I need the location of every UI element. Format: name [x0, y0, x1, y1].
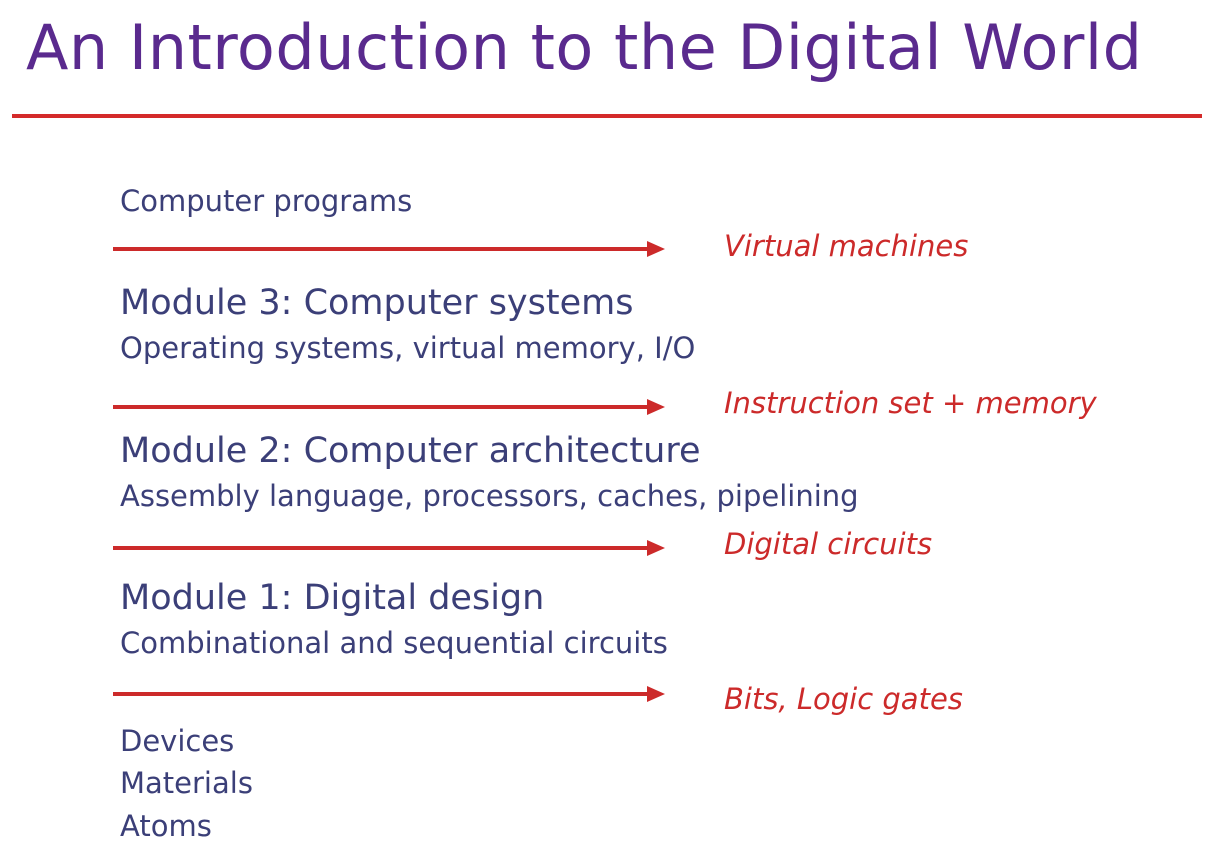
bottom-item-devices: Devices: [120, 724, 235, 758]
abstraction-arrow-1: [113, 241, 665, 257]
title-divider: [12, 114, 1202, 118]
computer-programs-label: Computer programs: [120, 184, 413, 218]
module-3-heading: Module 3: Computer systems: [120, 283, 634, 323]
bottom-item-materials: Materials: [120, 766, 253, 800]
module-3-topics: Operating systems, virtual memory, I/O: [120, 331, 696, 365]
slide-title: An Introduction to the Digital World: [26, 11, 1143, 84]
module-1-heading: Module 1: Digital design: [120, 578, 545, 618]
module-1-topics: Combinational and sequential circuits: [120, 626, 668, 660]
module-2-heading: Module 2: Computer architecture: [120, 431, 701, 471]
abstraction-arrow-2: [113, 399, 665, 415]
right-arrow-icon: [113, 686, 665, 702]
module-2-topics: Assembly language, processors, caches, p…: [120, 479, 859, 513]
abstraction-arrow-3: [113, 540, 665, 556]
bottom-item-atoms: Atoms: [120, 809, 212, 843]
interface-label-digital-circuits: Digital circuits: [724, 527, 933, 561]
abstraction-arrow-4: [113, 686, 665, 702]
right-arrow-icon: [113, 540, 665, 556]
right-arrow-icon: [113, 399, 665, 415]
right-arrow-icon: [113, 241, 665, 257]
interface-label-bits-logic-gates: Bits, Logic gates: [724, 682, 963, 716]
interface-label-virtual-machines: Virtual machines: [724, 229, 969, 263]
interface-label-instruction-set: Instruction set + memory: [724, 386, 1097, 420]
